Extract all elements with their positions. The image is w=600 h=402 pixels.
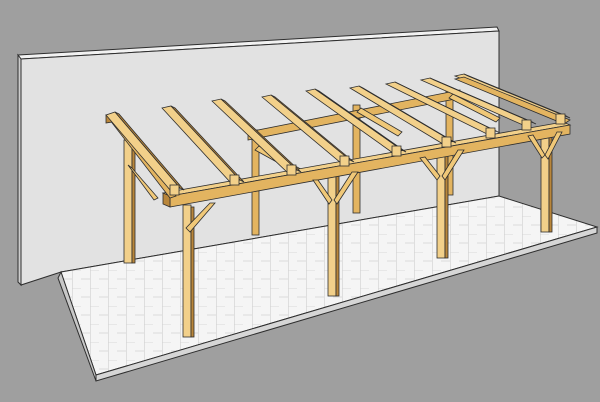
rafter-tail-9 — [555, 113, 566, 125]
front-post-4 — [540, 127, 553, 233]
front-post-3 — [436, 149, 449, 259]
front-post-2 — [327, 173, 340, 297]
rafter-tail-3 — [286, 164, 297, 176]
rafter-tail-4 — [339, 155, 350, 167]
pergola-scene — [17, 26, 599, 382]
left-end-post — [123, 139, 136, 264]
rafter-tail-6 — [441, 136, 452, 148]
rafter-tail-7 — [485, 127, 496, 139]
rafter-tail-8 — [521, 119, 532, 131]
rafter-tail-2 — [229, 174, 240, 186]
rafter-tail-1 — [169, 184, 180, 196]
rafter-tail-5 — [391, 145, 402, 157]
